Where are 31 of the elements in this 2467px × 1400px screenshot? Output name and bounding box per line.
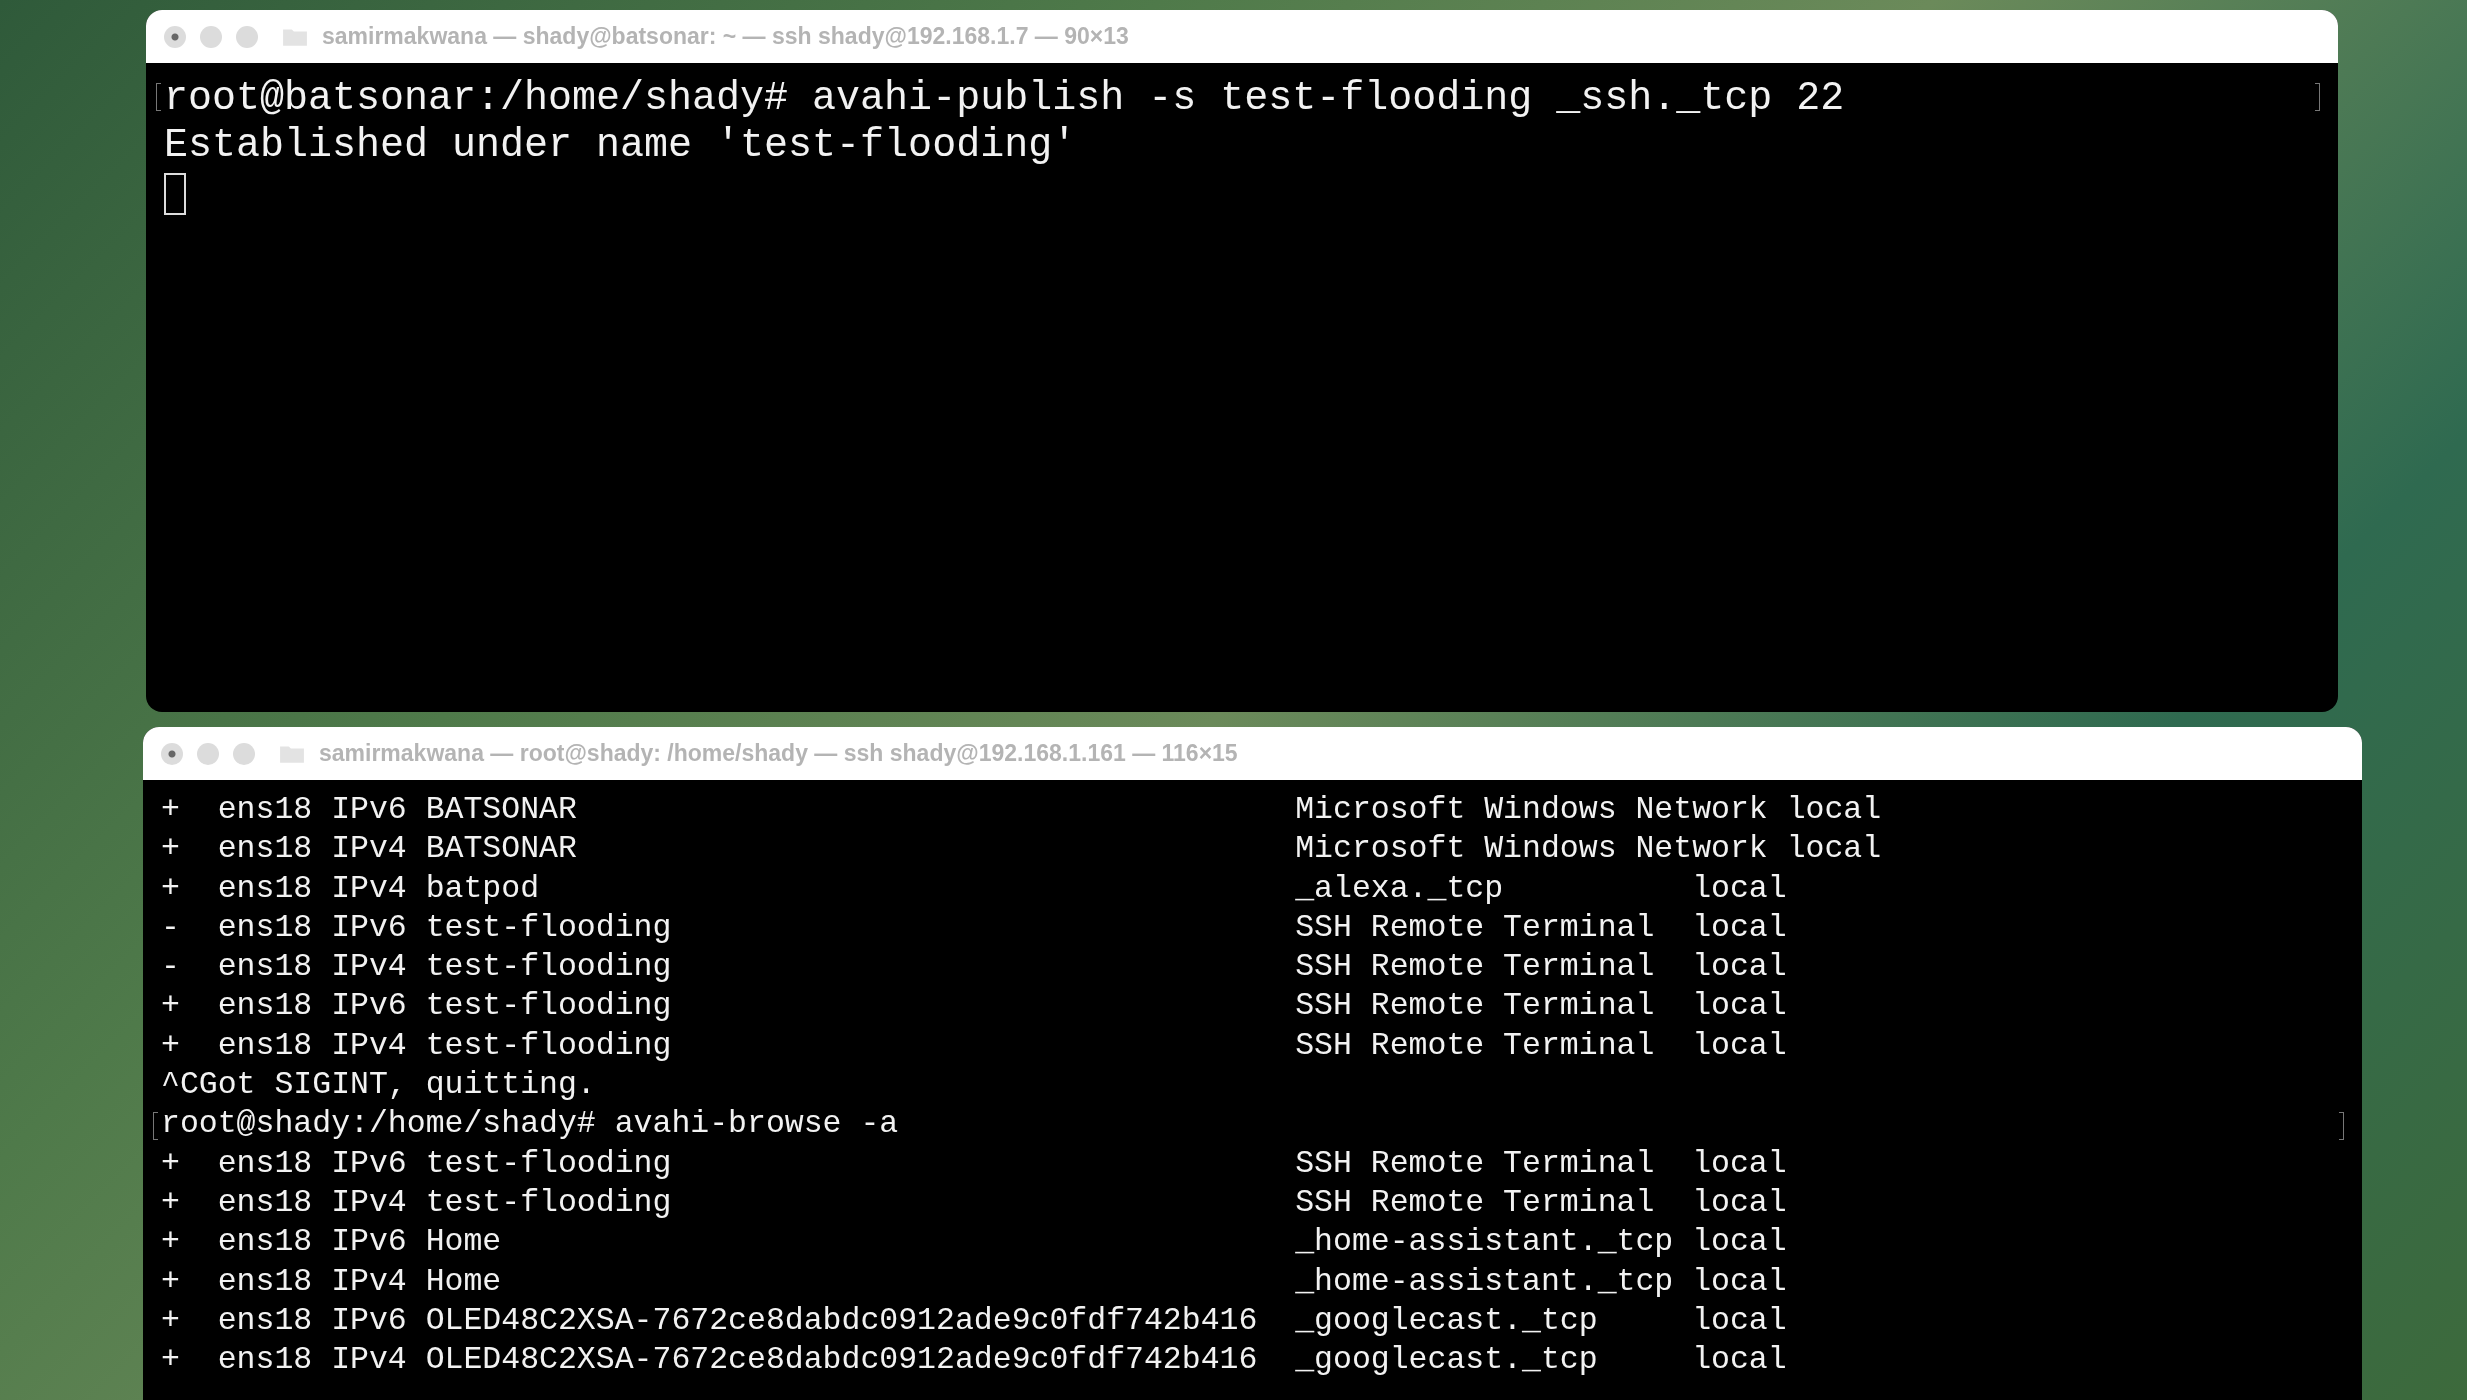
folder-icon xyxy=(282,26,308,47)
folder-icon xyxy=(279,743,305,764)
mark-bracket xyxy=(2315,83,2320,111)
minimize-button[interactable] xyxy=(200,25,222,48)
mark-bracket xyxy=(2339,1112,2344,1141)
close-button[interactable] xyxy=(164,25,186,48)
zoom-button[interactable] xyxy=(233,742,255,765)
terminal-line: - ens18 IPv4 test-flooding SSH Remote Terminal local xyxy=(161,949,1787,985)
terminal-line: + ens18 IPv6 OLED48C2XSA-7672ce8dabdc0912ade9c0fdf742b416 _googlecast._tcp local xyxy=(161,1302,1787,1338)
zoom-button[interactable] xyxy=(236,25,258,48)
window-title: samirmakwana — root@shady: /home/shady — ssh shady@192.168.1.161 — 116×15 xyxy=(319,740,1238,767)
terminal-line: + ens18 IPv4 Home _home-assistant._tcp local xyxy=(161,1263,1787,1299)
mark-bracket xyxy=(153,1112,158,1141)
terminal-line: + ens18 IPv6 Home _home-assistant._tcp local xyxy=(161,1224,1787,1260)
terminal-line: + ens18 IPv4 test-flooding SSH Remote Terminal local xyxy=(161,1027,1787,1063)
terminal-line: ^CGot SIGINT, quitting. xyxy=(161,1067,596,1103)
minimize-button[interactable] xyxy=(197,742,219,765)
terminal-line: root@batsonar:/home/shady# avahi-publish -s test-flooding _ssh._tcp 22 xyxy=(164,76,1845,121)
terminal-line: + ens18 IPv6 test-flooding SSH Remote Terminal local xyxy=(161,1145,1787,1181)
terminal-line: root@shady:/home/shady# avahi-browse -a xyxy=(161,1106,899,1142)
terminal-line: + ens18 IPv4 OLED48C2XSA-7672ce8dabdc0912ade9c0fdf742b416 _googlecast._tcp local xyxy=(161,1342,1787,1378)
terminal-line: - ens18 IPv6 test-flooding SSH Remote Terminal local xyxy=(161,909,1787,945)
close-button[interactable] xyxy=(161,742,183,765)
mark-bracket xyxy=(156,83,161,111)
terminal-line: + ens18 IPv6 test-flooding SSH Remote Terminal local xyxy=(161,988,1787,1024)
terminal-line: + ens18 IPv4 BATSONAR Microsoft Windows Network local xyxy=(161,831,1882,867)
terminal-line: + ens18 IPv4 batpod _alexa._tcp local xyxy=(161,870,1787,906)
terminal-line: Established under name 'test-flooding' xyxy=(164,123,1077,168)
terminal-line: + ens18 IPv4 test-flooding SSH Remote Terminal local xyxy=(161,1184,1787,1220)
terminal-line: + ens18 IPv6 BATSONAR Microsoft Windows Network local xyxy=(161,792,1882,827)
window-title: samirmakwana — shady@batsonar: ~ — ssh shady@192.168.1.7 — 90×13 xyxy=(322,23,1129,50)
